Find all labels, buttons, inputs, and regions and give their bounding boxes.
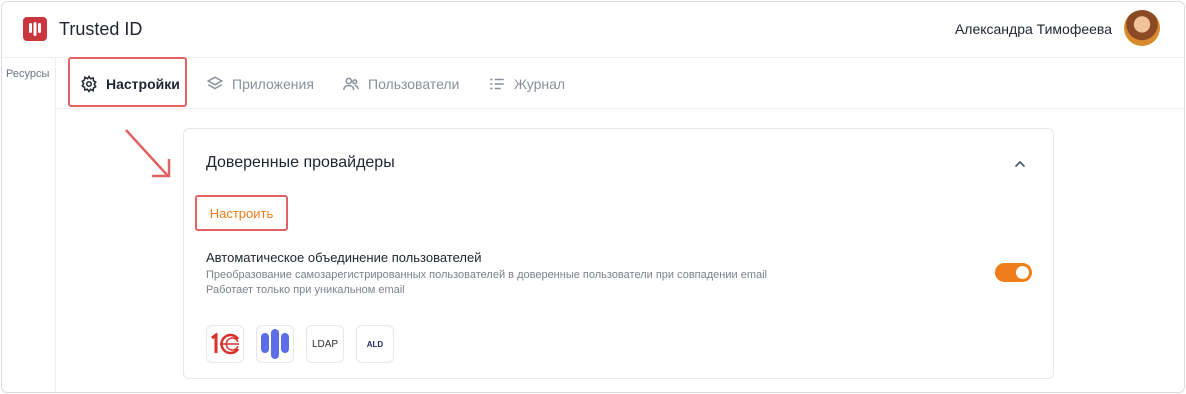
tab-bar: Настройки Приложения Пользователи Журнал [56,58,1184,109]
tab-applications[interactable]: Приложения [206,58,314,109]
provider-1c[interactable] [206,325,244,363]
user-name[interactable]: Александра Тимофеева [955,21,1112,37]
tab-users-label: Пользователи [368,75,460,92]
layers-icon [206,75,224,89]
tab-journal[interactable]: Журнал [488,58,565,109]
tab-users[interactable]: Пользователи [342,58,459,109]
setting-description: Преобразование самозарегистрированных по… [206,268,767,298]
trusted-logo-icon [261,329,289,359]
auto-merge-toggle[interactable] [995,263,1032,282]
users-icon [343,77,359,90]
app-logo[interactable] [23,17,47,41]
app-title: Trusted ID [59,19,143,39]
settings-tab-highlight [68,57,187,107]
card-title: Доверенные провайдеры [206,154,395,171]
provider-ald[interactable]: ALD [356,325,394,363]
avatar[interactable] [1124,10,1160,46]
tab-applications-label: Приложения [232,75,314,92]
provider-list: LDAP ALD [206,325,394,363]
provider-ldap[interactable]: LDAP [306,325,344,363]
trusted-logo-icon [29,22,41,36]
list-icon [490,78,504,89]
1c-logo-icon [211,333,240,355]
provider-trusted[interactable] [256,325,294,363]
setting-title: Автоматическое объединение пользователей [206,250,482,265]
annotation-arrow-icon [125,129,171,178]
tab-journal-label: Журнал [514,75,566,92]
configure-highlight: Настроить [195,195,288,231]
setting-description-line1: Преобразование самозарегистрированных по… [206,269,767,281]
resources-link[interactable]: Ресурсы [6,68,49,80]
left-rail: Ресурсы [2,58,56,392]
configure-link[interactable]: Настроить [210,206,274,221]
chevron-up-icon[interactable] [1014,158,1026,170]
setting-description-line2: Работает только при уникальном email [206,284,405,296]
trusted-providers-card: Доверенные провайдеры Настроить Автомати… [183,128,1054,379]
provider-ldap-label: LDAP [311,338,339,350]
top-header: Trusted ID Александра Тимофеева [2,2,1184,58]
ald-pro-logo-icon: ALD [366,339,384,349]
